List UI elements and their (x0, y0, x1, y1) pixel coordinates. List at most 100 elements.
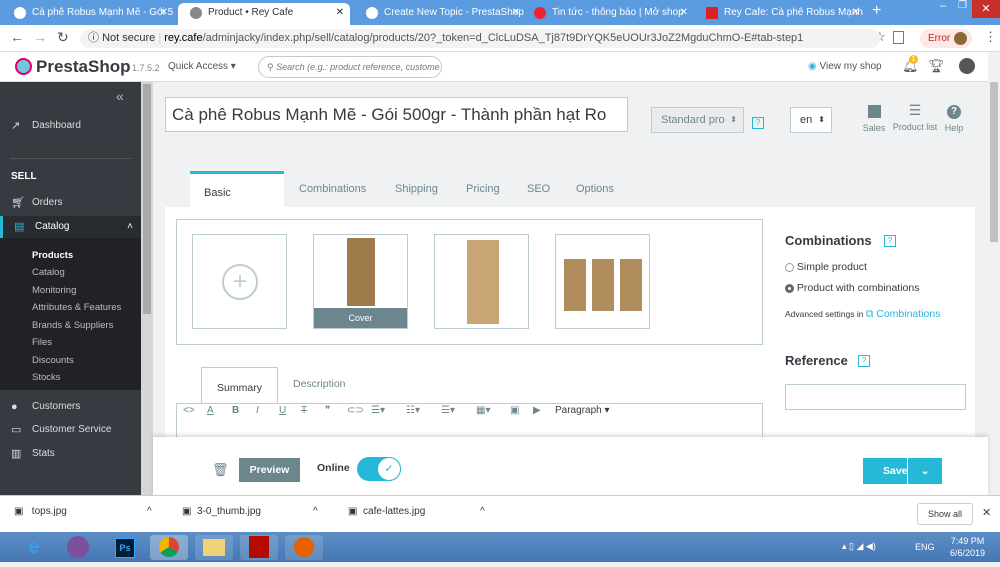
forward-icon[interactable]: → (33, 29, 47, 45)
browser-tab[interactable]: Rey Cafe: Cà phê Robus Mạnh M ✕ (694, 3, 866, 25)
sidebar-scrollbar-thumb[interactable] (143, 84, 151, 314)
back-icon[interactable]: ← (10, 29, 24, 45)
collapse-sidebar-icon[interactable]: « (116, 88, 124, 104)
product-list-button[interactable]: ☰ Product list (890, 103, 940, 133)
chevron-up-icon[interactable]: ^ (480, 506, 485, 517)
save-dropdown-chevron-icon[interactable]: ⌄ (907, 458, 942, 484)
italic-icon[interactable]: I (256, 405, 259, 416)
sales-button[interactable]: Sales (862, 105, 886, 133)
sidebar-sub-catalog[interactable]: Catalog (32, 267, 65, 278)
align-icon[interactable]: ☰▾ (371, 405, 385, 416)
quick-access-dropdown[interactable]: Quick Access ▾ (168, 61, 236, 72)
product-image-cover[interactable]: Cover (313, 234, 408, 329)
product-image[interactable] (555, 234, 650, 329)
language-select[interactable]: en ⬍ (790, 107, 832, 133)
image-icon[interactable]: ▣ (510, 405, 519, 416)
language-indicator[interactable]: ENG (915, 542, 935, 552)
acrobat-icon[interactable] (249, 536, 269, 558)
tab-summary[interactable]: Summary (201, 367, 278, 404)
delete-trash-icon[interactable]: 🗑︎ (212, 462, 229, 478)
tab-pricing[interactable]: Pricing (452, 171, 514, 207)
reload-icon[interactable]: ↻ (57, 29, 69, 46)
page-scrollbar-thumb[interactable] (990, 82, 998, 242)
sidebar-item-customers[interactable]: ● Customers (0, 396, 141, 418)
tab-description[interactable]: Description (293, 378, 346, 390)
product-with-combinations-radio[interactable]: Product with combinations (785, 282, 919, 294)
sidebar-item-orders[interactable]: 🛒︎ Orders (0, 192, 141, 214)
file-explorer-icon[interactable] (203, 539, 225, 556)
close-tab-icon[interactable]: ✕ (512, 3, 520, 23)
link-icon[interactable]: ⊂⊃ (347, 405, 364, 416)
browser-tab[interactable]: Create New Topic - PrestaShop ✕ (354, 3, 526, 25)
download-item[interactable]: ▣ tops.jpg ^ (14, 506, 152, 517)
sidebar-sub-brands[interactable]: Brands & Suppliers (32, 320, 113, 331)
chrome-icon[interactable] (159, 537, 179, 557)
source-code-icon[interactable]: <> (183, 405, 195, 416)
tab-shipping[interactable]: Shipping (381, 171, 452, 207)
minimize-button[interactable]: – (940, 0, 946, 12)
close-tab-icon[interactable]: ✕ (336, 3, 344, 23)
internet-explorer-icon[interactable]: e (15, 535, 53, 560)
media-icon[interactable]: ▶ (533, 405, 541, 416)
user-account-icon[interactable] (959, 58, 975, 74)
profile-error-button[interactable]: Error (920, 29, 972, 48)
chevron-up-icon[interactable]: ^ (147, 506, 152, 517)
window-close-button[interactable]: ✕ (972, 0, 1000, 18)
sidebar-item-stats[interactable]: ▥ Stats (0, 443, 141, 465)
bullet-list-icon[interactable]: ☷▾ (406, 405, 420, 416)
product-image[interactable] (434, 234, 529, 329)
online-toggle[interactable]: ✓ (357, 457, 401, 481)
paragraph-dropdown[interactable]: Paragraph ▾ (555, 405, 610, 416)
page-scrollbar[interactable] (988, 52, 1000, 495)
url-bar[interactable]: ⓘ Not secure | rey.cafe/adminjacky/index… (80, 29, 880, 48)
tab-basic-settings[interactable]: Basic settings (190, 171, 284, 237)
text-color-icon[interactable]: A (207, 405, 214, 416)
download-item[interactable]: ▣ 3-0_thumb.jpg ^ (182, 506, 318, 517)
help-badge[interactable]: ? (858, 355, 870, 367)
search-input[interactable]: ⚲ Search (e.g.: product reference, custo… (258, 56, 442, 78)
preview-button[interactable]: Preview (239, 458, 300, 482)
close-tab-icon[interactable]: ✕ (160, 3, 168, 23)
close-downloads-icon[interactable]: ✕ (982, 506, 991, 519)
firefox-icon[interactable] (294, 537, 314, 557)
sidebar-item-customer-service[interactable]: ▭ Customer Service (0, 419, 141, 441)
strikethrough-icon[interactable]: T (301, 405, 307, 416)
viber-icon[interactable] (67, 536, 89, 558)
close-tab-icon[interactable]: ✕ (852, 3, 860, 23)
browser-tab-active[interactable]: Product • Rey Cafe ✕ (178, 3, 350, 25)
help-badge[interactable]: ? (752, 117, 764, 129)
help-badge[interactable]: ? (884, 235, 896, 247)
sidebar-item-dashboard[interactable]: ↗ Dashboard (0, 115, 141, 137)
tab-seo[interactable]: SEO (513, 171, 564, 207)
menu-icon[interactable]: ⋮ (984, 29, 997, 45)
close-tab-icon[interactable]: ✕ (680, 3, 688, 23)
save-button[interactable]: Save ⌄ (863, 458, 942, 484)
show-all-button[interactable]: Show all (917, 503, 973, 525)
sidebar-sub-files[interactable]: Files (32, 337, 52, 348)
photoshop-icon[interactable]: Ps (115, 538, 135, 558)
sidebar-item-catalog[interactable]: ▤ Catalog ˄ (0, 216, 141, 238)
browser-tab[interactable]: Tin tức - thông báo | Mở shop ✕ (522, 3, 694, 25)
simple-product-radio[interactable]: Simple product (785, 261, 867, 273)
combinations-link[interactable]: ⧉ Combinations (866, 308, 941, 320)
numbered-list-icon[interactable]: ☰▾ (441, 405, 455, 416)
product-name-input[interactable]: Cà phê Robus Mạnh Mẽ - Gói 500gr - Thành… (165, 97, 628, 132)
trophy-icon[interactable]: 🏆︎ (928, 58, 945, 74)
download-item[interactable]: ▣ cafe-lattes.jpg ^ (348, 506, 485, 517)
table-icon[interactable]: ▦▾ (476, 405, 490, 416)
underline-icon[interactable]: U (279, 405, 286, 416)
add-image-button[interactable]: + (192, 234, 287, 329)
chevron-up-icon[interactable]: ^ (313, 506, 318, 517)
clock[interactable]: 7:49 PM 6/6/2019 (950, 535, 985, 559)
blockquote-icon[interactable]: ❞ (325, 405, 330, 416)
view-my-shop-link[interactable]: ◉ View my shop (808, 61, 882, 72)
sidebar-sub-stocks[interactable]: Stocks (32, 372, 61, 383)
help-button[interactable]: ? Help (942, 105, 966, 133)
restore-button[interactable]: ❐ (958, 0, 967, 11)
sidebar-sub-attributes[interactable]: Attributes & Features (32, 302, 121, 313)
tray-icons[interactable]: ▴ ▯ ◢ ◀) (842, 541, 876, 552)
bold-icon[interactable]: B (232, 405, 239, 416)
sidebar-sub-products[interactable]: Products (32, 250, 73, 261)
new-tab-button[interactable]: + (872, 2, 881, 20)
logo-text[interactable]: PrestaShop (36, 57, 130, 77)
